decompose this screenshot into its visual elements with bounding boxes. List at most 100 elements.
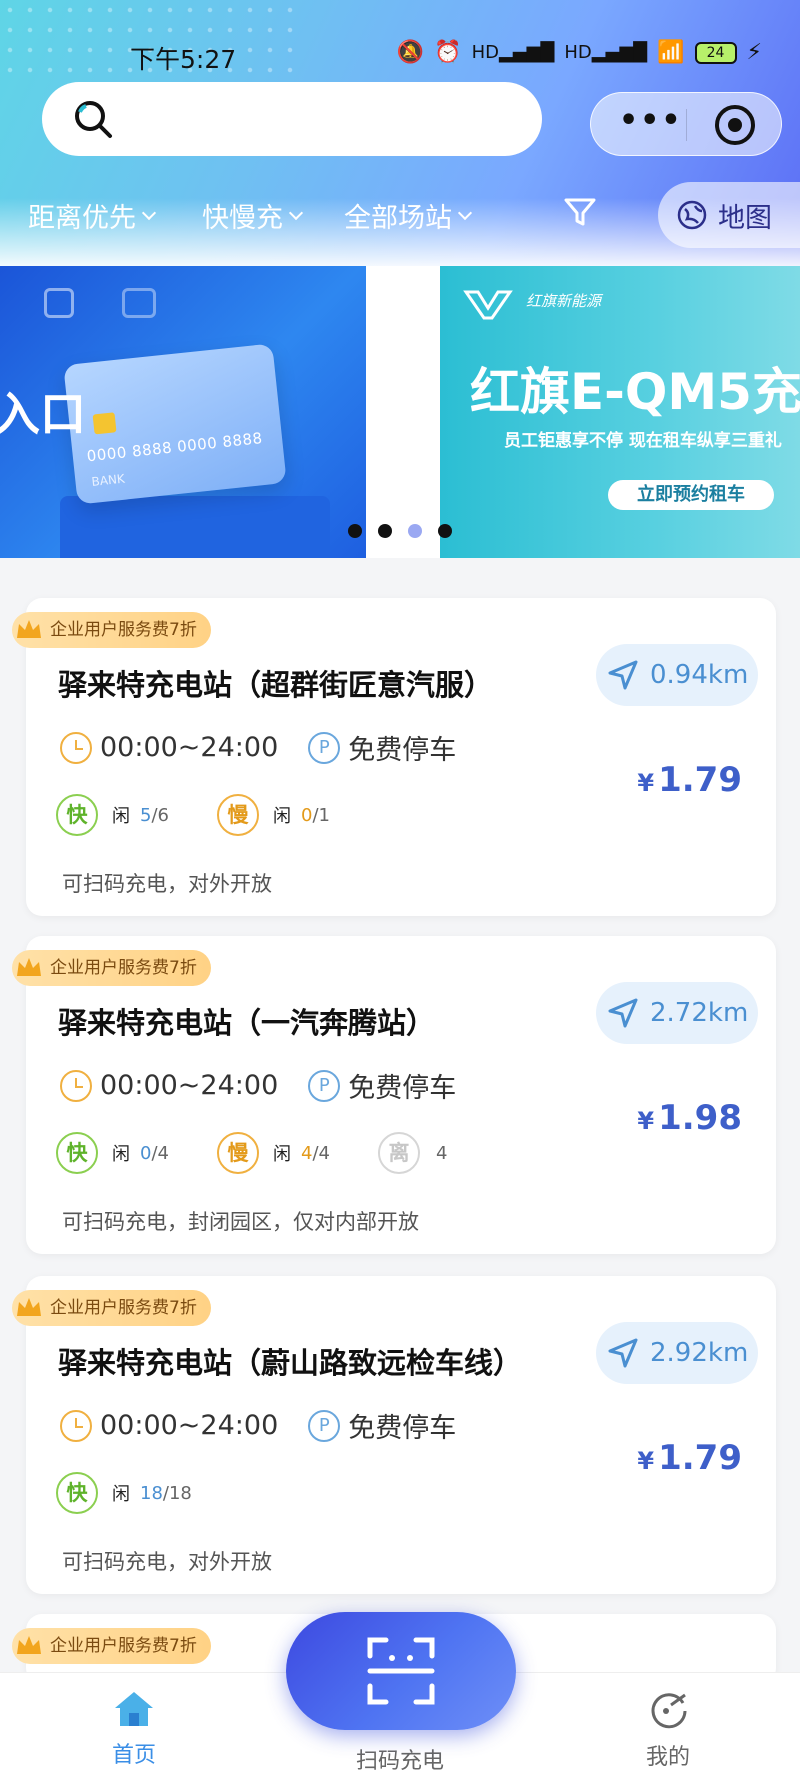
info-row: 00:00~24:00 P 免费停车 — [60, 1066, 456, 1105]
nav-mine-label: 我的 — [645, 1745, 690, 1770]
station-description: 可扫码充电，对外开放 — [62, 1550, 272, 1574]
fast-charger-count: 0/4 — [140, 1143, 169, 1164]
charger-row: 快 闲 18/18 — [56, 1472, 240, 1514]
capsule-divider — [686, 109, 687, 141]
parking-icon: P — [308, 1409, 341, 1442]
clock-icon — [60, 731, 92, 764]
slow-free-count: 0 — [300, 804, 313, 826]
carousel-dot[interactable] — [348, 524, 362, 538]
bank-card-illustration: 0000 8888 0000 8888 BANK — [63, 343, 287, 505]
alarm-icon: ⏰ — [434, 40, 462, 65]
banner-hongqi[interactable]: 红旗新能源 红旗E-QM5充电 员工钜惠享不停 现在租车纵享三重礼 立即预约租车 — [440, 266, 800, 558]
fast-total-count: /6 — [151, 804, 169, 826]
card-bank: BANK — [90, 471, 126, 489]
distance-text: 2.92km — [650, 1338, 749, 1368]
user-profile-icon — [651, 1693, 687, 1729]
carousel-dot-active[interactable] — [408, 524, 422, 538]
slow-charger-badge: 慢 — [216, 794, 259, 836]
carousel-dot[interactable] — [438, 524, 452, 538]
price: ¥1.79 — [637, 1438, 742, 1478]
station-name: 驿来特充电站（蔚山路致远检车线） — [58, 1346, 523, 1380]
fast-free-count: 18 — [140, 1482, 163, 1504]
slow-total-count: /1 — [312, 804, 330, 826]
nav-mine[interactable]: 我的 — [588, 1689, 748, 1771]
banner-left-text: 入口 — [0, 387, 86, 441]
carousel-dot[interactable] — [378, 524, 392, 538]
map-label: 地图 — [718, 202, 772, 234]
scan-charge-button[interactable] — [286, 1612, 516, 1730]
banner-card-entry[interactable]: 0000 8888 0000 8888 BANK 入口 — [0, 266, 366, 558]
crown-icon — [17, 958, 41, 976]
parking-icon: P — [308, 731, 341, 764]
charger-row: 快 闲 5/6 慢 闲 0/1 — [56, 794, 378, 836]
station-card[interactable]: 企业用户服务费7折 驿来特充电站（蔚山路致远检车线） 2.92km 00:00~… — [12, 1276, 776, 1594]
header: 下午5:27 🔕 ⏰ HD▂▄▆█ HD▂▄▆█ 📶 24 ⚡ ••• 距离优先… — [0, 0, 800, 268]
clock-icon — [60, 1409, 92, 1442]
status-bar: 下午5:27 🔕 ⏰ HD▂▄▆█ HD▂▄▆█ 📶 24 ⚡ — [0, 36, 800, 76]
nav-home-label: 首页 — [111, 1743, 156, 1768]
station-description: 可扫码充电，封闭园区，仅对内部开放 — [62, 1210, 419, 1234]
status-time: 下午5:27 — [130, 45, 237, 74]
filter-distance[interactable]: 距离优先 — [28, 196, 157, 235]
corp-discount-badge: 企业用户服务费7折 — [12, 1290, 211, 1326]
home-icon — [115, 1692, 153, 1726]
navigation-arrow-icon — [608, 660, 638, 690]
map-icon — [677, 200, 707, 230]
offline-charger-badge: 离 — [377, 1132, 420, 1174]
search-input[interactable] — [42, 82, 542, 156]
info-row: 00:00~24:00 P 免费停车 — [60, 728, 456, 767]
price-value: 1.79 — [658, 1438, 742, 1478]
station-name: 驿来特充电站（一汽奔腾站） — [58, 1006, 436, 1040]
scan-icon — [367, 1637, 435, 1705]
corp-discount-badge: 企业用户服务费7折 — [12, 1628, 211, 1664]
chevron-down-icon — [288, 205, 304, 220]
map-button[interactable]: 地图 — [658, 182, 800, 248]
filter-distance-label: 距离优先 — [28, 203, 136, 234]
nav-home[interactable]: 首页 — [54, 1689, 214, 1769]
slow-charger: 慢 闲 0/1 — [216, 794, 330, 836]
banner-cta-button[interactable]: 立即预约租车 — [608, 480, 774, 510]
filter-row: 距离优先 快慢充 全部场站 地图 — [0, 182, 800, 248]
fast-total-count: /18 — [162, 1482, 192, 1504]
fast-charger: 快 闲 5/6 — [56, 794, 169, 836]
slow-total-count: /4 — [312, 1142, 330, 1164]
taxi-icon — [122, 288, 156, 318]
station-description: 可扫码充电，对外开放 — [62, 872, 272, 896]
crown-icon — [17, 1636, 41, 1654]
carousel-indicator — [348, 524, 452, 538]
funnel-filter-icon[interactable] — [562, 194, 598, 230]
station-card[interactable]: 企业用户服务费7折 驿来特充电站（一汽奔腾站） 2.72km 00:00~24:… — [12, 936, 776, 1254]
price: ¥1.98 — [637, 1098, 742, 1138]
station-card[interactable]: 企业用户服务费7折 驿来特充电站（超群街匠意汽服） 0.94km 00:00~2… — [12, 598, 776, 916]
idle-label: 闲 — [112, 806, 130, 827]
navigation-arrow-icon — [608, 998, 638, 1028]
slow-charger-count: 0/1 — [301, 805, 330, 826]
status-icons: 🔕 ⏰ HD▂▄▆█ HD▂▄▆█ 📶 24 ⚡ — [397, 40, 762, 65]
more-icon[interactable]: ••• — [619, 103, 683, 138]
card-stand — [60, 496, 330, 558]
open-hours: 00:00~24:00 — [100, 1070, 279, 1101]
distance-pill[interactable]: 2.92km — [596, 1322, 758, 1384]
fast-charger-badge: 快 — [56, 1132, 98, 1174]
distance-text: 0.94km — [650, 660, 749, 690]
nav-scan-label: 扫码充电 — [355, 1749, 444, 1774]
close-miniprogram-icon[interactable] — [715, 105, 755, 145]
fast-charger-count: 5/6 — [140, 805, 169, 826]
banner-carousel[interactable]: 0000 8888 0000 8888 BANK 入口 红旗新能源 红旗E-QM… — [0, 266, 800, 558]
filter-speed[interactable]: 快慢充 — [202, 196, 304, 235]
filter-stations[interactable]: 全部场站 — [344, 196, 473, 235]
miniprogram-capsule: ••• — [590, 92, 782, 156]
parking-text: 免费停车 — [348, 1413, 457, 1444]
signal-hd-2-icon: HD▂▄▆█ — [564, 42, 648, 63]
slow-charger-count: 4/4 — [301, 1143, 330, 1164]
fast-free-count: 0 — [140, 1142, 152, 1164]
distance-pill[interactable]: 0.94km — [596, 644, 758, 706]
fast-total-count: /4 — [151, 1142, 169, 1164]
slow-charger-badge: 慢 — [216, 1132, 259, 1174]
price-value: 1.98 — [658, 1098, 742, 1138]
distance-pill[interactable]: 2.72km — [596, 982, 758, 1044]
charger-row: 快 闲 0/4 慢 闲 4/4 离 4 — [56, 1132, 495, 1174]
idle-label: 闲 — [112, 1144, 130, 1165]
chevron-down-icon — [457, 205, 473, 220]
parking-text: 免费停车 — [348, 1073, 457, 1104]
